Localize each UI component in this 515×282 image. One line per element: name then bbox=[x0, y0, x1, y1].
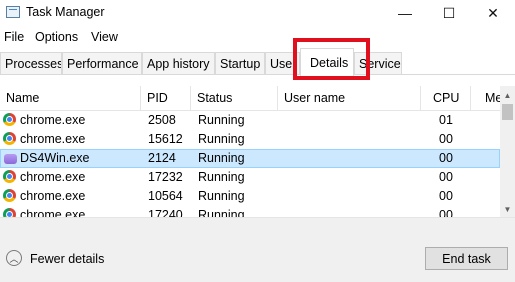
window-title: Task Manager bbox=[26, 5, 105, 19]
chrome-icon bbox=[3, 132, 16, 145]
menu-file[interactable]: File bbox=[4, 30, 24, 44]
tab-app-history[interactable]: App history bbox=[142, 52, 215, 74]
close-button[interactable]: ✕ bbox=[470, 0, 515, 26]
process-name: chrome.exe bbox=[20, 113, 86, 127]
chrome-icon bbox=[3, 170, 16, 183]
scrollbar-thumb[interactable] bbox=[502, 104, 513, 120]
process-status: Running bbox=[198, 170, 245, 184]
process-status: Running bbox=[198, 113, 245, 127]
chrome-icon bbox=[3, 208, 16, 217]
column-header-status[interactable]: Status bbox=[191, 86, 278, 110]
column-header-user-name[interactable]: User name bbox=[278, 86, 421, 110]
highlight-box bbox=[293, 38, 370, 80]
minimize-button[interactable]: — bbox=[382, 0, 428, 26]
process-cpu: 00 bbox=[439, 132, 453, 146]
column-header-memory[interactable]: Me bbox=[471, 86, 502, 110]
process-pid: 2124 bbox=[148, 151, 176, 165]
tab-processes[interactable]: Processes bbox=[0, 52, 62, 74]
process-cpu: 00 bbox=[439, 208, 453, 217]
title-bar: Task Manager — ☐ ✕ bbox=[0, 0, 515, 26]
scroll-down-arrow-icon[interactable]: ▼ bbox=[500, 202, 515, 216]
menu-view[interactable]: View bbox=[91, 30, 118, 44]
chrome-icon bbox=[3, 113, 16, 126]
chrome-icon bbox=[3, 189, 16, 202]
process-pid: 17232 bbox=[148, 170, 183, 184]
table-row[interactable]: chrome.exe 2508 Running 01 bbox=[0, 111, 500, 130]
end-task-button[interactable]: End task bbox=[425, 247, 508, 270]
column-header-name[interactable]: Name bbox=[0, 86, 141, 110]
menu-options[interactable]: Options bbox=[35, 30, 78, 44]
task-manager-icon bbox=[6, 6, 20, 18]
table-row[interactable]: chrome.exe 17232 Running 00 bbox=[0, 168, 500, 187]
gamepad-icon bbox=[4, 154, 17, 164]
process-cpu: 00 bbox=[439, 189, 453, 203]
process-pid: 2508 bbox=[148, 113, 176, 127]
process-pid: 15612 bbox=[148, 132, 183, 146]
process-status: Running bbox=[198, 132, 245, 146]
process-name: chrome.exe bbox=[20, 170, 86, 184]
tab-performance[interactable]: Performance bbox=[62, 52, 142, 74]
fewer-details-link[interactable]: Fewer details bbox=[30, 252, 104, 266]
process-name: DS4Win.exe bbox=[20, 151, 90, 165]
column-header-pid[interactable]: PID bbox=[141, 86, 191, 110]
horizontal-scrollbar[interactable] bbox=[0, 217, 515, 232]
table-row[interactable]: chrome.exe 15612 Running 00 bbox=[0, 130, 500, 149]
process-pid: 17240 bbox=[148, 208, 183, 217]
process-name: chrome.exe bbox=[20, 132, 86, 146]
process-name: chrome.exe bbox=[20, 189, 86, 203]
chevron-up-icon[interactable]: ︿ bbox=[6, 250, 22, 266]
column-header-cpu[interactable]: CPU bbox=[421, 86, 471, 110]
process-status: Running bbox=[198, 208, 245, 217]
process-status: Running bbox=[198, 151, 245, 165]
table-row-selected[interactable]: DS4Win.exe 2124 Running 00 bbox=[0, 149, 500, 168]
tab-startup[interactable]: Startup bbox=[215, 52, 265, 74]
table-row[interactable]: chrome.exe 17240 Running 00 bbox=[0, 206, 500, 217]
process-cpu: 00 bbox=[439, 151, 453, 165]
maximize-button[interactable]: ☐ bbox=[426, 0, 472, 26]
process-name: chrome.exe bbox=[20, 208, 86, 217]
process-cpu: 00 bbox=[439, 170, 453, 184]
process-cpu: 01 bbox=[439, 113, 453, 127]
process-status: Running bbox=[198, 189, 245, 203]
process-pid: 10564 bbox=[148, 189, 183, 203]
scroll-up-arrow-icon[interactable]: ▲ bbox=[500, 88, 515, 102]
table-row[interactable]: chrome.exe 10564 Running 00 bbox=[0, 187, 500, 206]
